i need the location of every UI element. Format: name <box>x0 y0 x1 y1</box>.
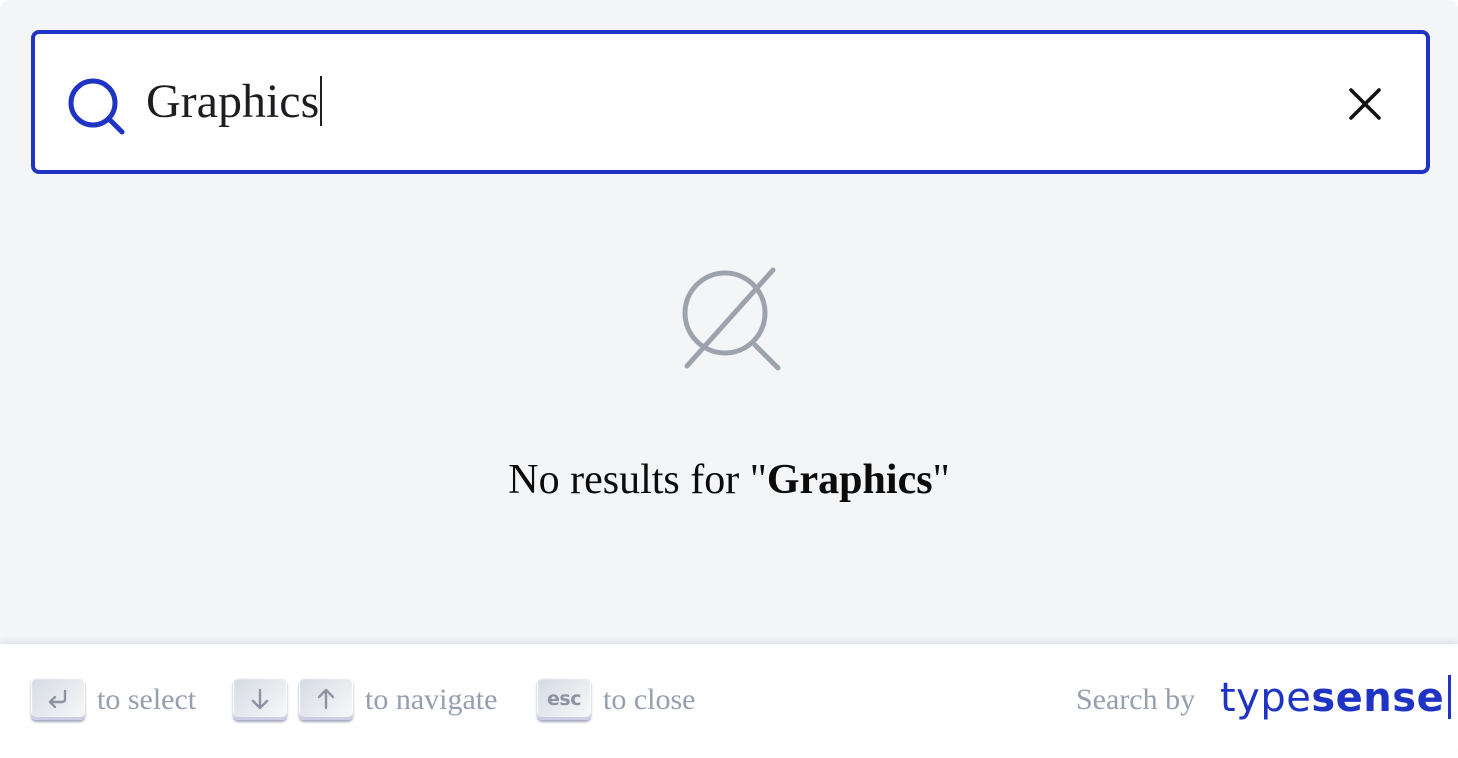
arrow-down-icon <box>251 688 269 710</box>
no-results-prefix: No results for " <box>508 457 767 503</box>
no-results-message: No results for "Graphics" <box>0 450 1458 510</box>
typesense-logo[interactable]: typesense <box>1220 674 1452 722</box>
esc-key: esc <box>537 678 591 720</box>
search-icon <box>68 78 125 135</box>
no-results-search-icon <box>682 267 781 371</box>
search-modal: Graphics No results for "Graphics" to se… <box>0 0 1458 758</box>
esc-key-label: esc <box>547 688 581 710</box>
arrow-down-key <box>233 678 287 720</box>
logo-cursor-bar <box>1448 675 1452 719</box>
search-bar[interactable]: Graphics <box>31 30 1430 174</box>
select-hint: to select <box>97 683 197 716</box>
search-by-label: Search by <box>1076 683 1196 716</box>
logo-text-bold: sense <box>1311 675 1445 721</box>
close-icon <box>1349 88 1381 120</box>
search-input-value: Graphics <box>146 75 320 128</box>
arrow-up-key <box>299 678 353 720</box>
logo-text-light: type <box>1220 675 1312 721</box>
enter-icon <box>48 689 67 709</box>
no-results-panel: No results for "Graphics" <box>0 174 1458 644</box>
clear-search-button[interactable] <box>1341 80 1389 128</box>
arrow-up-icon <box>317 688 335 710</box>
no-results-suffix: " <box>932 457 950 503</box>
search-input[interactable]: Graphics <box>146 72 323 132</box>
close-hint: to close <box>603 683 696 716</box>
text-caret <box>320 76 323 126</box>
no-results-query: Graphics <box>766 457 933 503</box>
search-footer: to select to navigate esc to close Searc… <box>0 644 1458 758</box>
enter-key <box>31 678 85 720</box>
navigate-hint: to navigate <box>365 683 498 716</box>
